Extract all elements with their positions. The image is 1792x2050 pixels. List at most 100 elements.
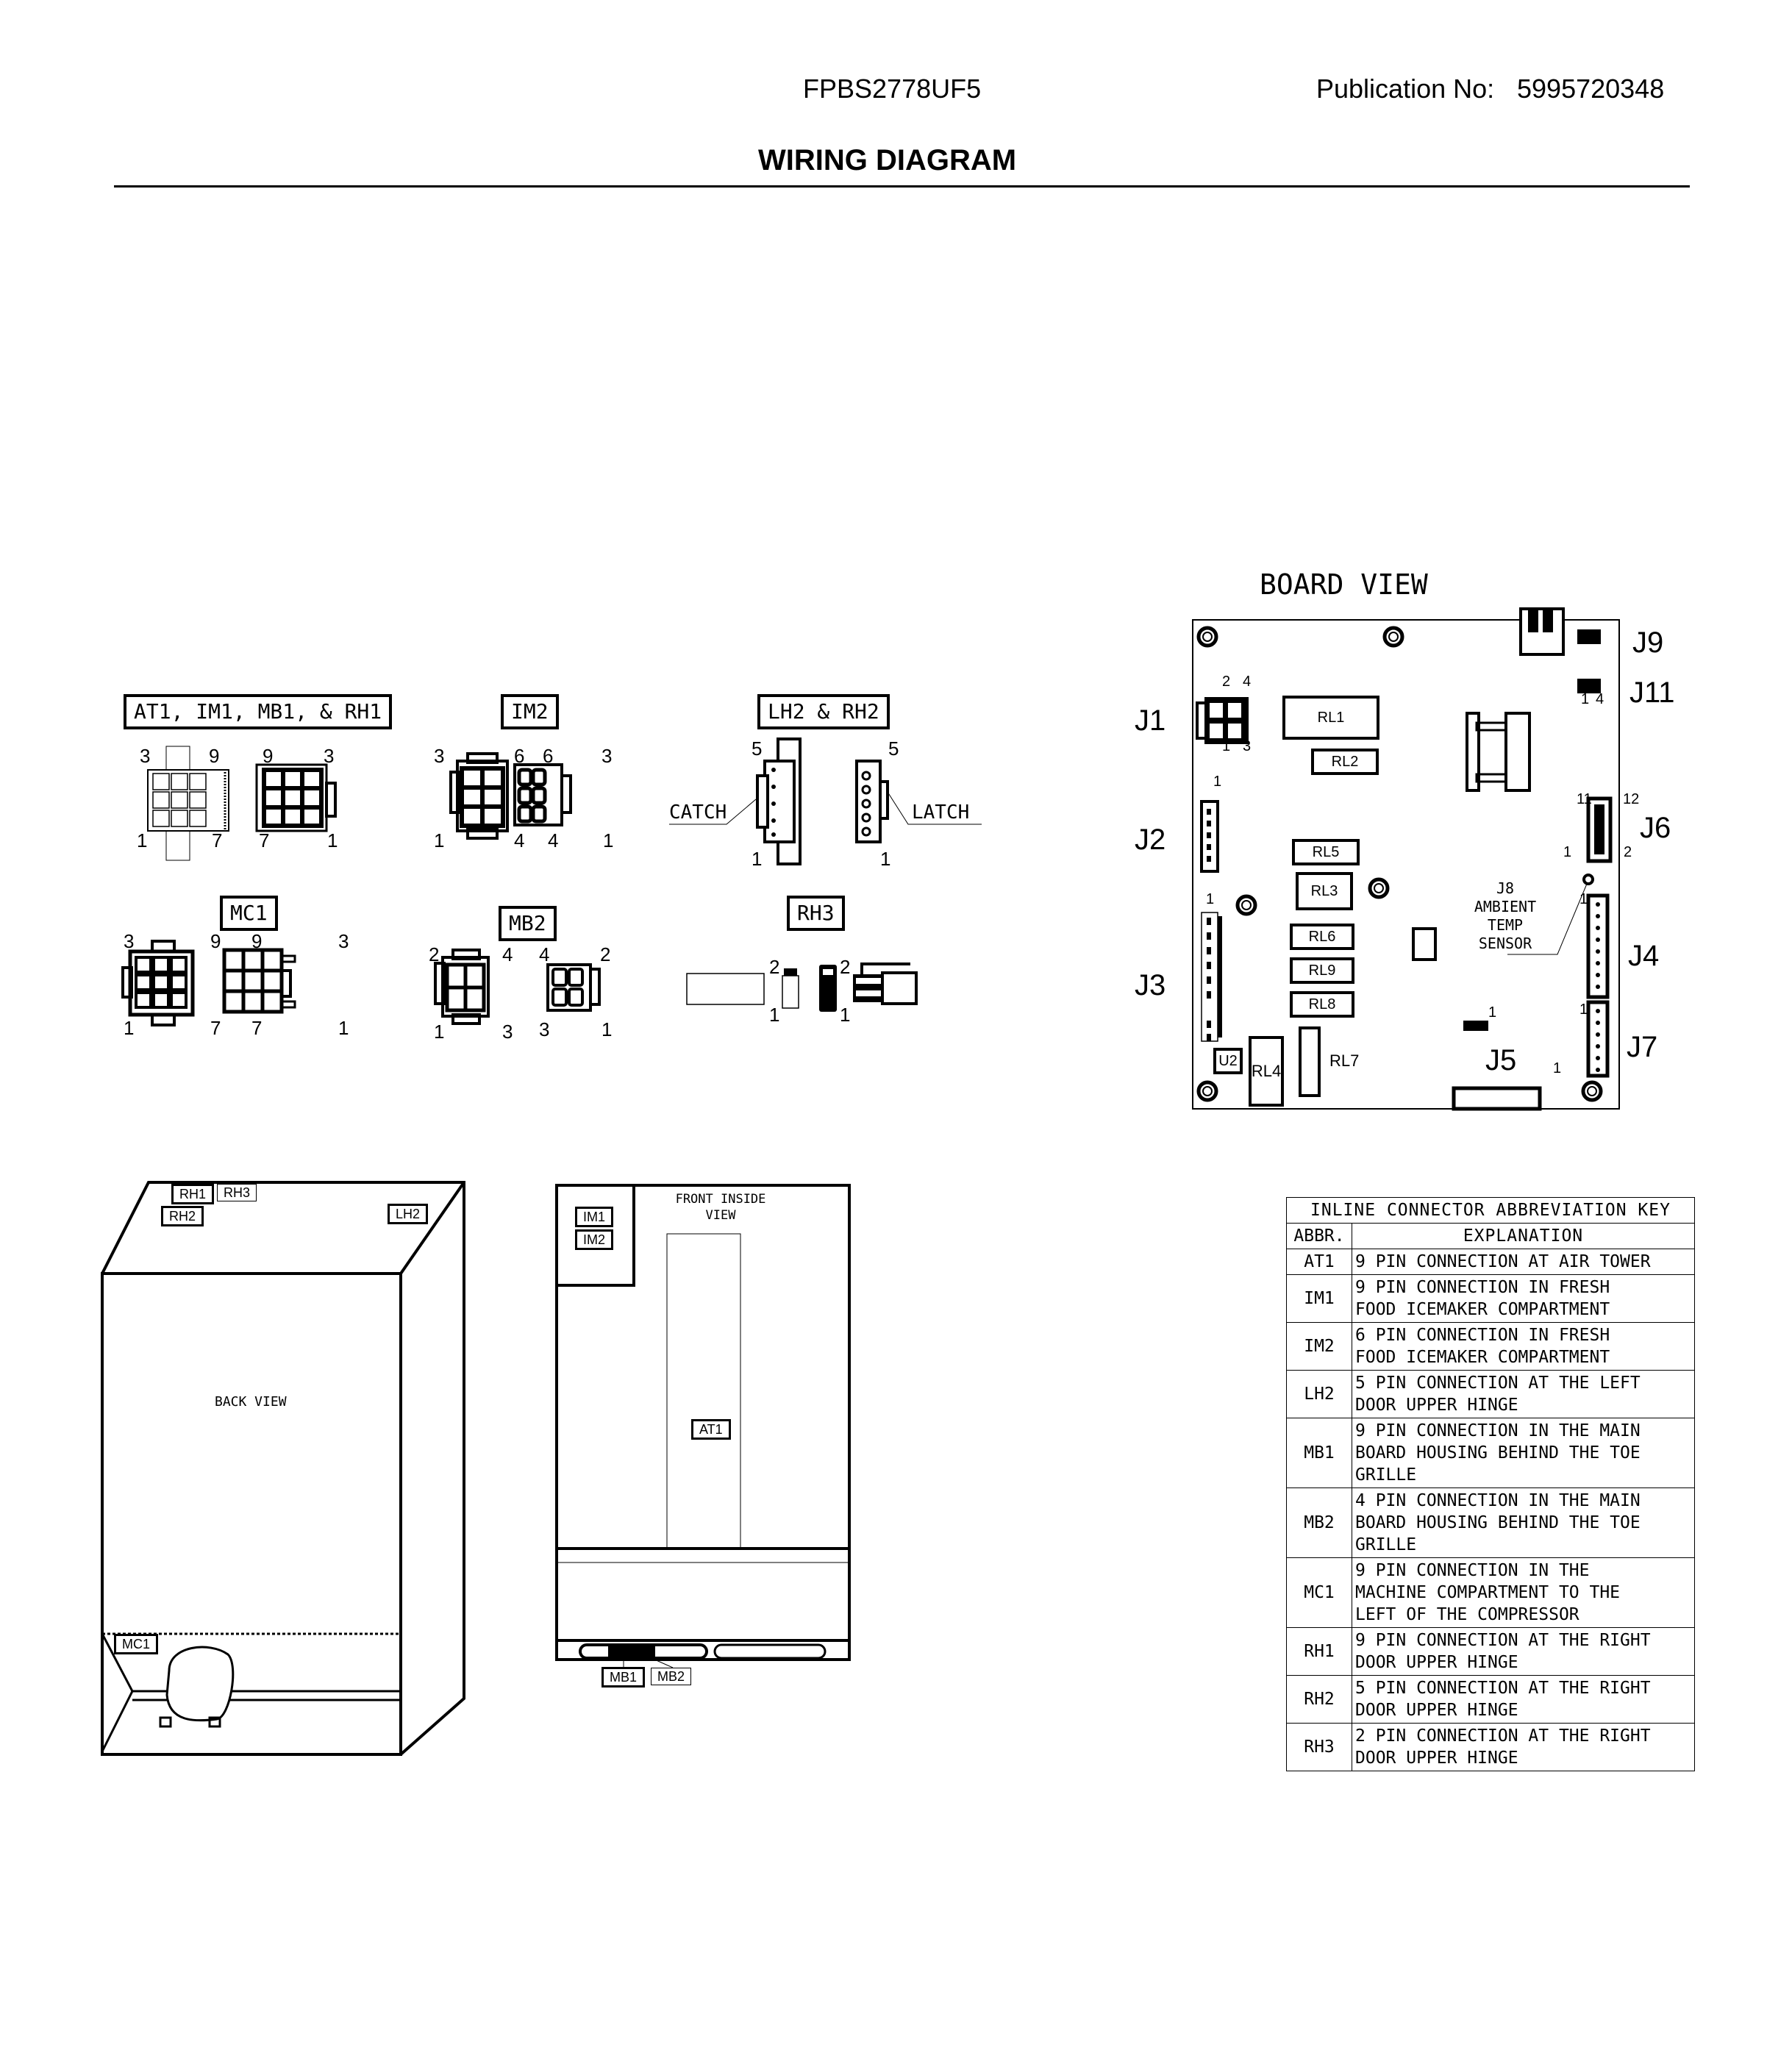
j8-label-line: SENSOR [1478,935,1532,952]
pin-number: 3 [602,745,613,767]
relay-rl7-label: RL7 [1329,1051,1360,1070]
location-tag-rh1: RH1 [171,1184,215,1204]
table-row: LH2 5 PIN CONNECTION AT THE LEFT DOOR UPP… [1286,1370,1695,1418]
location-tag-mb1: MB1 [602,1667,646,1688]
jack-label-j6: J6 [1640,812,1671,844]
pin-number: 1 [603,829,614,851]
location-tag-rh2: RH2 [161,1206,204,1226]
header-divider [114,185,1690,188]
j4-pin-one: 1 [1579,891,1588,907]
pin-number: 1 [602,1018,613,1040]
connector-label-lh2-rh2: LH2 & RH2 [757,694,890,730]
pin-number: 3 [502,1021,513,1043]
abbr-cell: RH2 [1286,1675,1352,1724]
explanation-cell: 9 PIN CONNECTION IN THE MACHINE COMPARTM… [1352,1557,1695,1628]
relay-rl6: RL6 [1290,924,1354,950]
table-row: MC1 9 PIN CONNECTION IN THE MACHINE COMPA… [1286,1557,1695,1628]
jack-label-j9: J9 [1632,626,1664,659]
rh3-2pin-female-icon [782,968,799,1009]
back-view-label: BACK VIEW [215,1394,287,1410]
relay-rl9: RL9 [1290,957,1354,984]
jack-label-j1: J1 [1135,704,1166,737]
j2-pin-one: 1 [1213,774,1222,790]
connector-label-rh3: RH3 [787,896,845,932]
location-tag-at1: AT1 [691,1419,731,1440]
explanation-cell: 9 PIN CONNECTION IN THE MAIN BOARD HOUSI… [1352,1418,1695,1488]
catch-leader-line [669,799,757,825]
table-row: IM1 9 PIN CONNECTION IN FRESH FOOD ICEMAK… [1286,1274,1695,1323]
jp-pin-one: 1 [1488,1004,1497,1021]
abbr-cell: AT1 [1286,1249,1352,1275]
j1-pin: 3 [1243,738,1252,754]
connector-label-im2: IM2 [501,694,559,730]
jack-label-j7: J7 [1627,1031,1658,1063]
abbr-cell: RH1 [1286,1627,1352,1676]
location-tag-rh3: RH3 [217,1184,257,1201]
connector-9pin-male-icon [255,763,337,832]
publication-label: Publication No: [1316,74,1495,104]
pin-number: 2 [769,956,780,978]
pin-number: 9 [210,930,221,952]
connector-label-mb2: MB2 [499,906,557,942]
connector-9pin-male-icon [222,948,296,1014]
j8-label-line: J8 [1496,879,1515,897]
j3-pin-one: 1 [1206,891,1215,907]
chip-u2: U2 [1213,1048,1243,1074]
location-tag-im2: IM2 [575,1229,614,1250]
connector-9pin-female-icon [121,940,195,1026]
relay-rl1: RL1 [1282,696,1379,740]
pin-number: 3 [338,930,349,952]
j6-pin: 2 [1624,844,1632,860]
connector-9pin-female-icon [147,746,229,861]
j1-pin: 2 [1222,674,1231,690]
table-row: AT1 9 PIN CONNECTION AT AIR TOWER [1286,1249,1695,1275]
j1-pin: 4 [1243,674,1252,690]
pin-number: 1 [769,1004,780,1026]
control-board [1192,607,1620,1111]
abbr-cell: RH3 [1286,1723,1352,1771]
pin-number: 1 [880,848,891,870]
connector-4pin-male-icon [546,963,601,1012]
page-title: WIRING DIAGRAM [758,144,1017,176]
pin-number: 3 [539,1018,550,1040]
back-view-cabinet [101,1181,465,1756]
explanation-cell: 6 PIN CONNECTION IN FRESH FOOD ICEMAKER … [1352,1322,1695,1371]
jack-label-j4: J4 [1628,940,1660,972]
pin-number: 3 [434,745,445,767]
pin-number: 1 [434,829,445,851]
location-tag-mb2: MB2 [651,1668,692,1685]
pin-number: 7 [210,1017,221,1039]
relay-rl2: RL2 [1311,749,1379,775]
table-row: IM2 6 PIN CONNECTION IN FRESH FOOD ICEMAK… [1286,1322,1695,1371]
explanation-cell: 9 PIN CONNECTION AT THE RIGHT DOOR UPPER… [1352,1627,1695,1676]
jack-label-j5: J5 [1485,1044,1517,1076]
explanation-cell: 4 PIN CONNECTION IN THE MAIN BOARD HOUSI… [1352,1488,1695,1558]
explanation-cell: 2 PIN CONNECTION AT THE RIGHT DOOR UPPER… [1352,1723,1695,1771]
table-row: RH1 9 PIN CONNECTION AT THE RIGHT DOOR UP… [1286,1627,1695,1676]
table-row: RH2 5 PIN CONNECTION AT THE RIGHT DOOR UP… [1286,1675,1695,1724]
connector-label-at1-group: AT1, IM1, MB1, & RH1 [124,694,393,730]
column-header-abbr: ABBR. [1286,1223,1352,1249]
relay-rl4: RL4 [1249,1036,1284,1107]
abbr-cell: MB1 [1286,1418,1352,1488]
table-title: INLINE CONNECTOR ABBREVIATION KEY [1286,1197,1695,1224]
pin-number: 1 [840,1004,851,1026]
pin-number: 5 [888,738,899,760]
front-view-label-line: VIEW [705,1208,736,1223]
front-inside-view-label: FRONT INSIDE VIEW [665,1191,776,1224]
j11-pin: 4 [1596,691,1604,707]
j7-pin-one: 1 [1579,1001,1588,1018]
connector-label-mc1: MC1 [220,896,278,932]
explanation-cell: 5 PIN CONNECTION AT THE LEFT DOOR UPPER … [1352,1370,1695,1418]
j11-pin: 1 [1581,691,1590,707]
column-header-explanation: EXPLANATION [1352,1223,1695,1249]
table-row: MB1 9 PIN CONNECTION IN THE MAIN BOARD HO… [1286,1418,1695,1488]
j8-ambient-temp-sensor-label: J8 AMBIENT TEMP SENSOR [1465,879,1546,953]
front-view-label-line: FRONT INSIDE [675,1192,766,1207]
relay-rl3: RL3 [1296,872,1353,910]
pin-number: 2 [840,956,851,978]
pin-number: 1 [338,1017,349,1039]
j6-pin: 1 [1563,844,1572,860]
jack-label-j11: J11 [1629,676,1675,709]
abbr-cell: MC1 [1286,1557,1352,1628]
